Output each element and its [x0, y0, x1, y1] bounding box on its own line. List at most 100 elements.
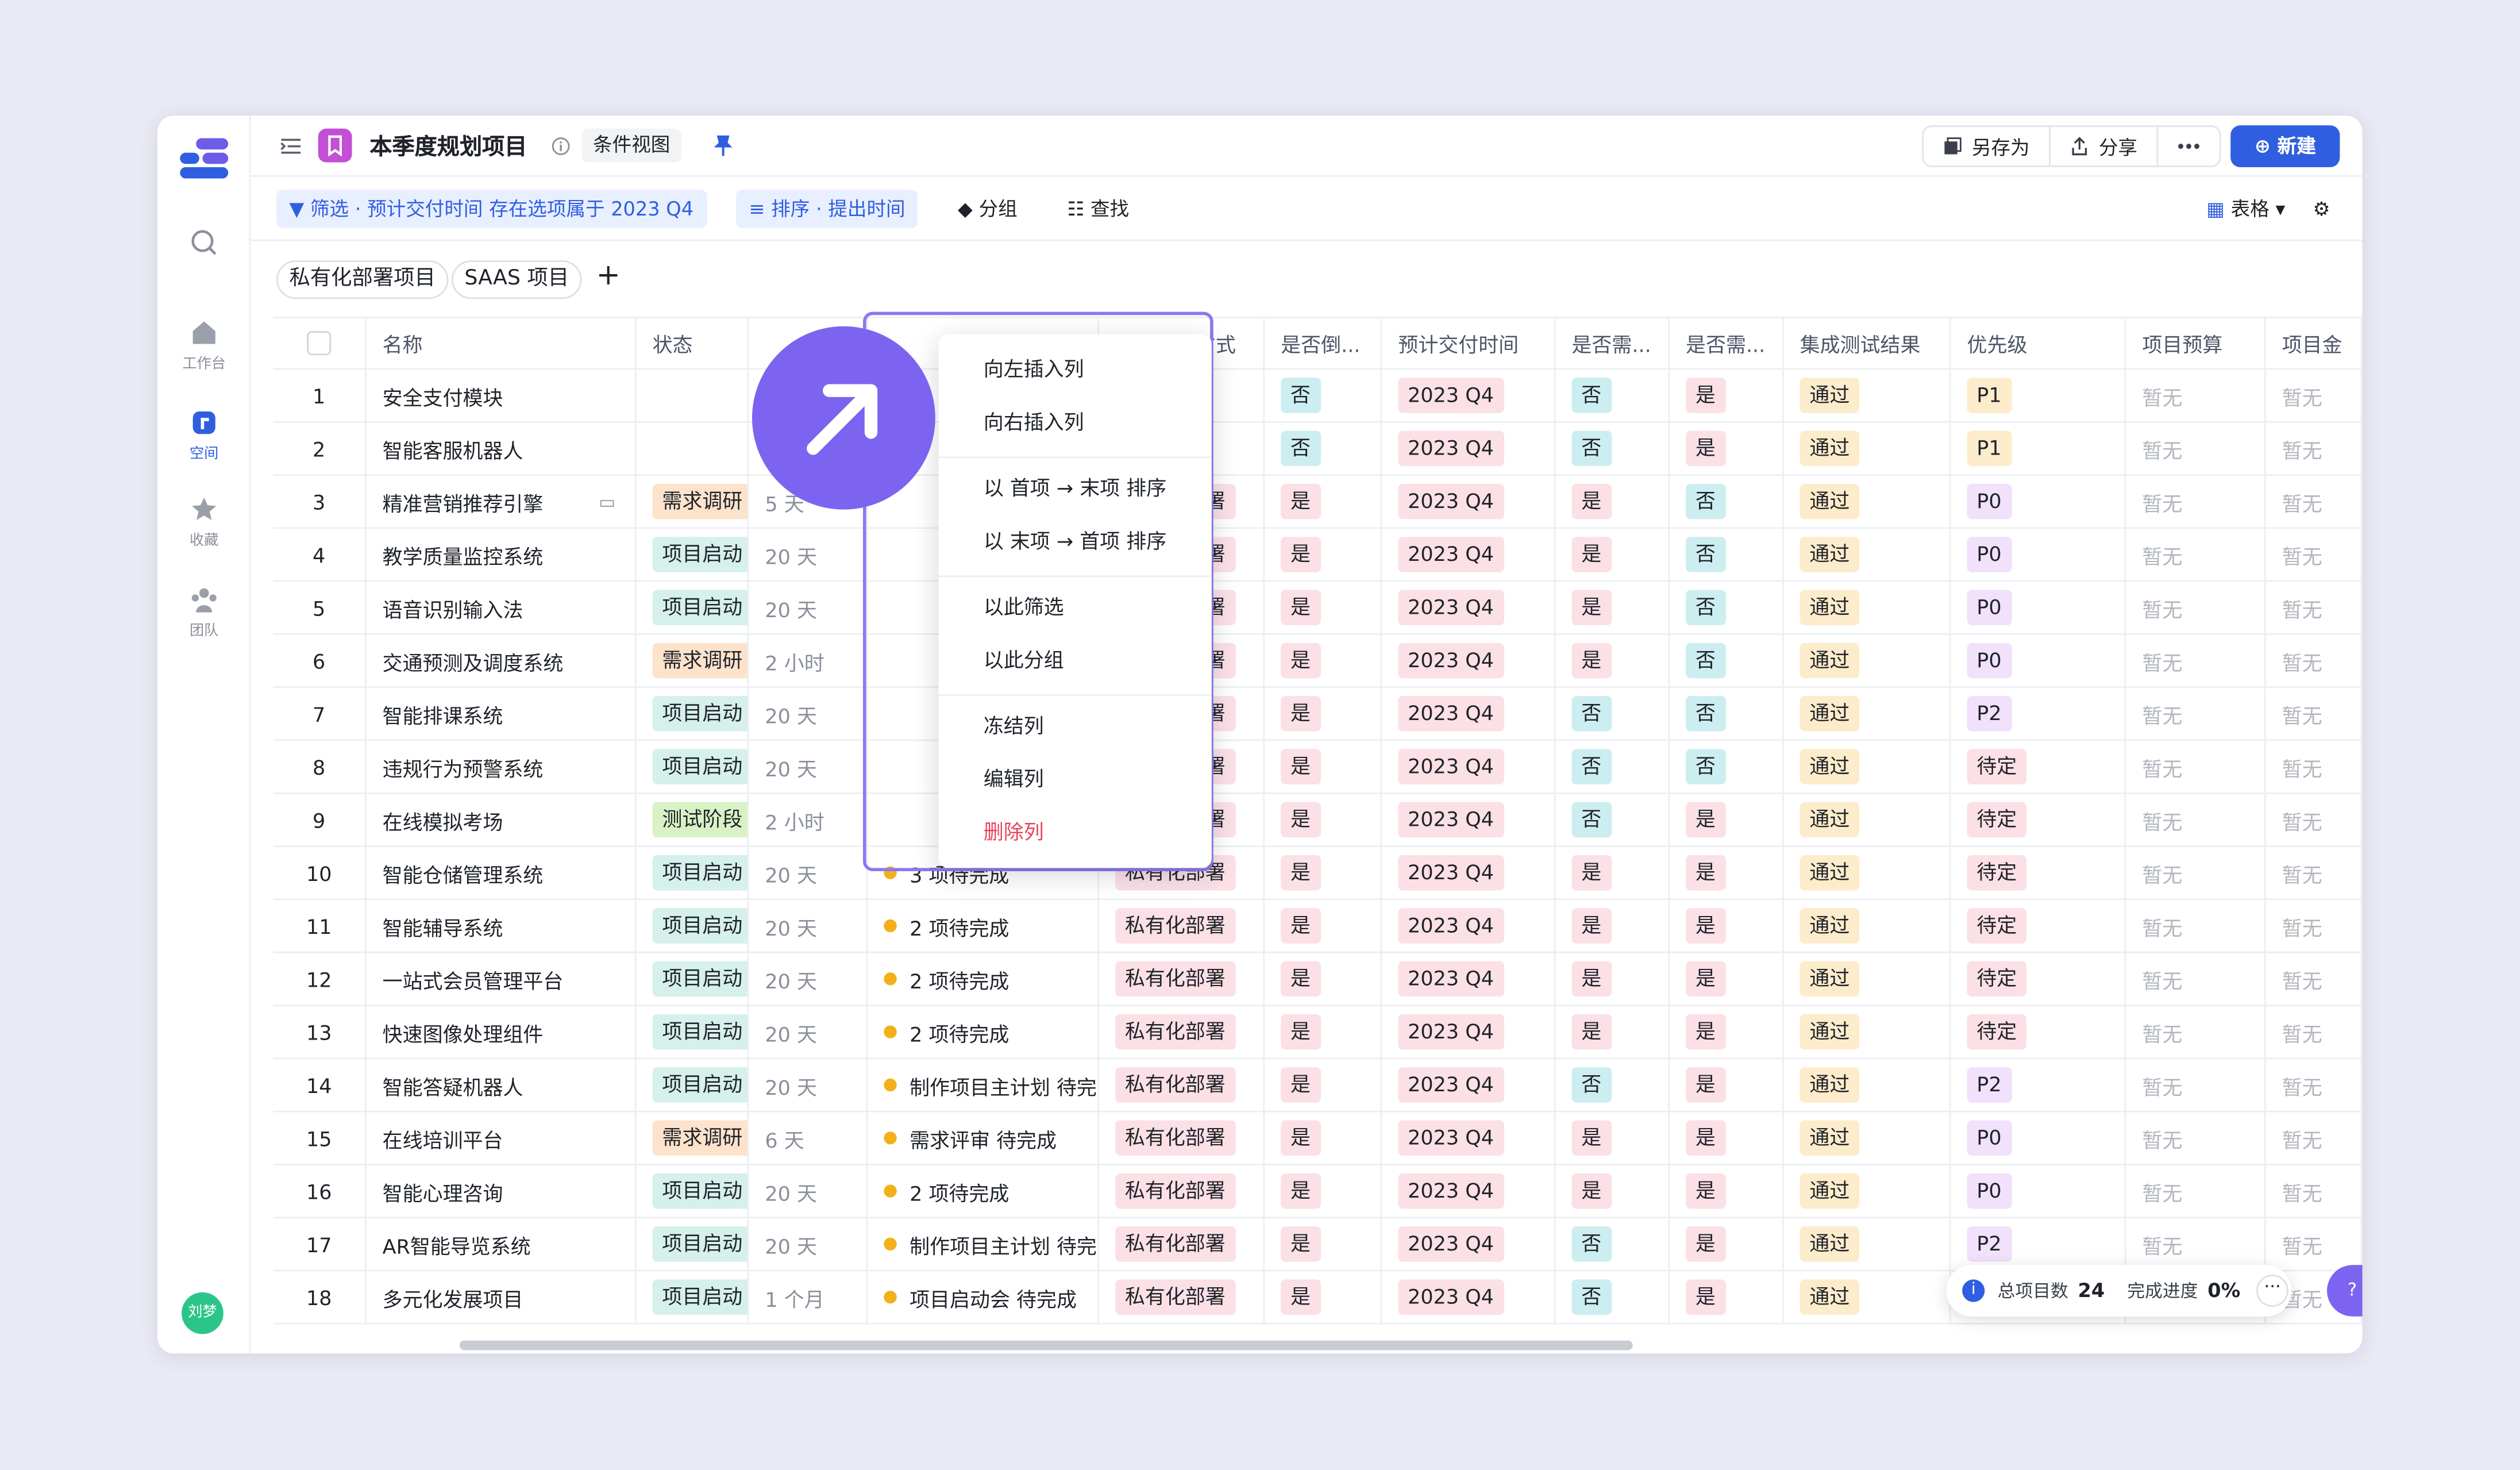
menu-insert-right[interactable]: 向右插入列: [938, 397, 1211, 449]
status-cell[interactable]: 项目启动: [637, 741, 749, 792]
flag-cell[interactable]: 否: [1670, 688, 1784, 740]
delivery-cell[interactable]: 2023 Q4: [1382, 1271, 1556, 1323]
flag-cell[interactable]: 是: [1265, 529, 1382, 580]
test-result-cell[interactable]: 通过: [1784, 422, 1951, 475]
flag-cell[interactable]: 否: [1555, 688, 1670, 740]
menu-edit-column[interactable]: 编辑列: [938, 754, 1211, 806]
new-button[interactable]: ⊕ 新建: [2230, 125, 2340, 167]
flag-cell[interactable]: 是: [1670, 1059, 1784, 1111]
test-result-cell[interactable]: 通过: [1784, 1271, 1951, 1323]
test-result-cell[interactable]: 通过: [1784, 1218, 1951, 1270]
flag-cell[interactable]: 否: [1670, 741, 1784, 792]
add-chip-icon[interactable]: +: [585, 260, 631, 299]
priority-cell[interactable]: 待定: [1951, 847, 2126, 899]
column-header[interactable]: 是否需...: [1555, 318, 1670, 368]
priority-cell[interactable]: 待定: [1951, 794, 2126, 846]
status-cell[interactable]: 需求调研: [637, 1112, 749, 1164]
name-cell[interactable]: 交通预测及调度系统: [367, 634, 637, 687]
column-header[interactable]: 状态: [637, 318, 749, 368]
priority-cell[interactable]: P0: [1951, 475, 2126, 528]
flag-cell[interactable]: 否: [1670, 582, 1784, 634]
column-header[interactable]: 预计交付时间: [1382, 318, 1556, 368]
checkbox-icon[interactable]: [307, 331, 332, 356]
priority-cell[interactable]: P1: [1951, 370, 2126, 421]
flag-cell[interactable]: 是: [1555, 529, 1670, 580]
flag-cell[interactable]: 是: [1265, 847, 1382, 899]
table-row[interactable]: 13 快速图像处理组件 项目启动 20 天 2 项待完成 私有化部署 是 2023 Q4 是 是 通…: [273, 1006, 2363, 1060]
flag-cell[interactable]: 是: [1555, 634, 1670, 687]
deploy-cell[interactable]: 私有化部署: [1099, 1006, 1265, 1058]
delivery-cell[interactable]: 2023 Q4: [1382, 370, 1556, 421]
rail-favorites[interactable]: 收藏: [157, 495, 251, 550]
flag-cell[interactable]: 是: [1265, 475, 1382, 528]
comment-icon[interactable]: ▭: [599, 491, 615, 511]
priority-cell[interactable]: P2: [1951, 1059, 2126, 1111]
flag-cell[interactable]: 否: [1670, 529, 1784, 580]
delivery-cell[interactable]: 2023 Q4: [1382, 1165, 1556, 1217]
delivery-cell[interactable]: 2023 Q4: [1382, 582, 1556, 634]
flag-cell[interactable]: 是: [1670, 1218, 1784, 1270]
name-cell[interactable]: 精准营销推荐引擎 ▭: [367, 475, 637, 528]
flag-cell[interactable]: 是: [1555, 1112, 1670, 1164]
column-header[interactable]: 项目金: [2266, 318, 2363, 368]
delivery-cell[interactable]: 2023 Q4: [1382, 422, 1556, 475]
status-cell[interactable]: 项目启动: [637, 847, 749, 899]
flag-cell[interactable]: 否: [1265, 422, 1382, 475]
delivery-cell[interactable]: 2023 Q4: [1382, 794, 1556, 846]
flag-cell[interactable]: 是: [1555, 582, 1670, 634]
deploy-cell[interactable]: 私有化部署: [1099, 953, 1265, 1005]
delivery-cell[interactable]: 2023 Q4: [1382, 900, 1556, 952]
menu-group-by[interactable]: 以此分组: [938, 635, 1211, 687]
flag-cell[interactable]: 否: [1265, 370, 1382, 421]
chip-private[interactable]: 私有化部署项目: [276, 260, 449, 299]
info-icon[interactable]: [551, 137, 571, 156]
priority-cell[interactable]: 待定: [1951, 1006, 2126, 1058]
flag-cell[interactable]: 是: [1265, 900, 1382, 952]
settings-button[interactable]: ⚙: [2300, 190, 2343, 228]
status-cell[interactable]: 测试阶段: [637, 794, 749, 846]
rail-workbench[interactable]: 工作台: [157, 318, 251, 373]
save-as-button[interactable]: 另存为: [1924, 126, 2051, 166]
menu-filter-by[interactable]: 以此筛选: [938, 582, 1211, 634]
table-row[interactable]: 10 智能仓储管理系统 项目启动 20 天3 项待完成 私有化部署是 2023 Q4 是是通…: [273, 847, 2363, 901]
priority-cell[interactable]: P1: [1951, 422, 2126, 475]
priority-cell[interactable]: 待定: [1951, 741, 2126, 792]
name-cell[interactable]: 智能辅导系统: [367, 900, 637, 952]
test-result-cell[interactable]: 通过: [1784, 794, 1951, 846]
deploy-cell[interactable]: 私有化部署: [1099, 900, 1265, 952]
name-cell[interactable]: 智能心理咨询: [367, 1165, 637, 1217]
delivery-cell[interactable]: 2023 Q4: [1382, 1006, 1556, 1058]
status-cell[interactable]: 项目启动: [637, 900, 749, 952]
test-result-cell[interactable]: 通过: [1784, 529, 1951, 580]
more-button[interactable]: [2158, 127, 2219, 166]
flag-cell[interactable]: 是: [1555, 475, 1670, 528]
status-cell[interactable]: 项目启动: [637, 529, 749, 580]
flag-cell[interactable]: 是: [1265, 1165, 1382, 1217]
flag-cell[interactable]: 是: [1265, 1112, 1382, 1164]
test-result-cell[interactable]: 通过: [1784, 582, 1951, 634]
status-cell[interactable]: [637, 370, 749, 421]
group-button[interactable]: ◆ 分组: [945, 190, 1030, 228]
delivery-cell[interactable]: 2023 Q4: [1382, 1059, 1556, 1111]
status-cell[interactable]: [637, 422, 749, 475]
flag-cell[interactable]: 否: [1555, 794, 1670, 846]
avatar[interactable]: 刘梦: [182, 1292, 224, 1334]
menu-freeze-column[interactable]: 冻结列: [938, 701, 1211, 752]
flag-cell[interactable]: 否: [1670, 475, 1784, 528]
status-cell[interactable]: 需求调研: [637, 475, 749, 528]
flag-cell[interactable]: 否: [1555, 422, 1670, 475]
status-cell[interactable]: 项目启动: [637, 688, 749, 740]
flag-cell[interactable]: 是: [1670, 1271, 1784, 1323]
column-header[interactable]: 名称: [367, 318, 637, 368]
status-cell[interactable]: 项目启动: [637, 1218, 749, 1270]
flag-cell[interactable]: 是: [1555, 1165, 1670, 1217]
rail-search[interactable]: [157, 228, 251, 262]
deploy-cell[interactable]: 私有化部署: [1099, 1165, 1265, 1217]
flag-cell[interactable]: 是: [1670, 1112, 1784, 1164]
delivery-cell[interactable]: 2023 Q4: [1382, 688, 1556, 740]
flag-cell[interactable]: 是: [1265, 953, 1382, 1005]
flag-cell[interactable]: 是: [1670, 1006, 1784, 1058]
column-header[interactable]: 是否需...: [1670, 318, 1784, 368]
flag-cell[interactable]: 否: [1555, 741, 1670, 792]
flag-cell[interactable]: 是: [1670, 953, 1784, 1005]
